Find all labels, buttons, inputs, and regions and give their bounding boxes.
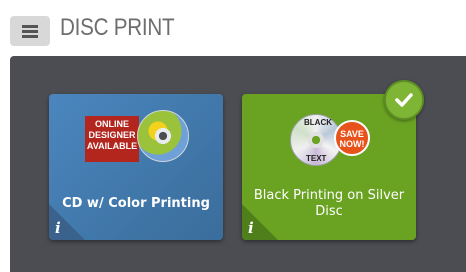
- disc-text-text: TEXT: [306, 154, 327, 163]
- online-designer-badge: ONLINE DESIGNER AVAILABLE: [85, 116, 139, 162]
- product-card-color-printing[interactable]: ONLINE DESIGNER AVAILABLE CD w/ Color Pr…: [49, 94, 223, 240]
- color-disc-image: [137, 110, 189, 162]
- disc-text-black: BLACK: [304, 118, 332, 127]
- checkmark-icon: [384, 80, 424, 120]
- page-title: DISC PRINT: [60, 14, 175, 41]
- info-icon[interactable]: i: [248, 219, 254, 237]
- page-header: DISC PRINT: [0, 0, 466, 56]
- checkmark-glyph: [395, 93, 413, 107]
- hamburger-menu-icon[interactable]: [10, 16, 50, 46]
- save-now-badge: SAVE NOW!: [334, 120, 370, 156]
- product-card-black-printing[interactable]: BLACK TEXT SAVE NOW! Black Printing on S…: [242, 94, 416, 240]
- info-icon[interactable]: i: [55, 219, 61, 237]
